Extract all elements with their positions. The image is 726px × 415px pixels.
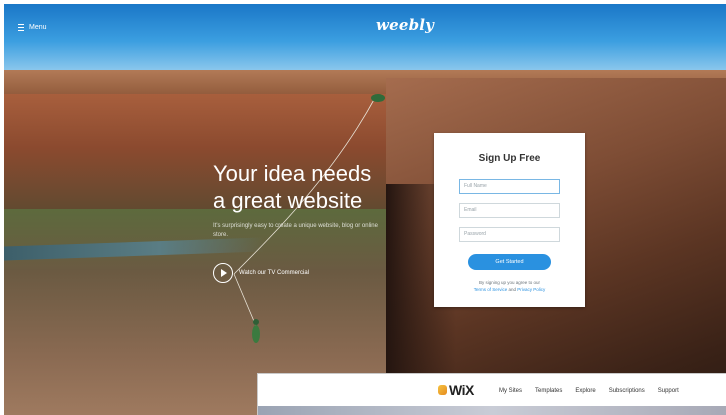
video-link-label[interactable]: Watch our TV Commercial	[239, 270, 309, 276]
watch-video-link[interactable]: Watch our TV Commercial	[213, 263, 309, 283]
menu-button[interactable]: Menu	[18, 24, 47, 31]
weebly-homepage: Menu weebly Your idea needs a great webs…	[4, 4, 726, 415]
full-name-input[interactable]: Full Name	[459, 179, 560, 194]
signup-card: Sign Up Free Full Name Email Password Ge…	[434, 133, 585, 307]
terms-notice: By signing up you agree to our Terms of …	[434, 280, 585, 293]
wix-nav-support[interactable]: Support	[658, 388, 679, 394]
weebly-logo[interactable]: weebly	[376, 16, 434, 34]
terms-of-service-link[interactable]: Terms of Service	[474, 287, 508, 292]
terms-joiner: and	[508, 286, 516, 292]
hero-subtext: It's surprisingly easy to create a uniqu…	[213, 223, 378, 238]
wix-logo-text: WiX	[449, 382, 474, 398]
hero-headline: Your idea needs a great website	[213, 160, 413, 214]
wix-logo[interactable]: WiX	[438, 382, 474, 398]
privacy-policy-link[interactable]: Privacy Policy	[517, 287, 545, 292]
email-input[interactable]: Email	[459, 203, 560, 218]
password-input[interactable]: Password	[459, 227, 560, 242]
wix-nav-explore[interactable]: Explore	[575, 388, 595, 394]
menu-label: Menu	[29, 24, 47, 31]
hero-section: Your idea needs a great website It's sur…	[213, 160, 413, 240]
terms-prefix: By signing up you agree to our	[478, 280, 541, 285]
get-started-button[interactable]: Get Started	[468, 254, 551, 270]
wix-header: WiX My Sites Templates Explore Subscript…	[258, 374, 726, 407]
wix-hero-strip	[258, 406, 726, 415]
wix-nav-templates[interactable]: Templates	[535, 388, 562, 394]
hero-headline-line2: a great website	[213, 188, 363, 213]
wix-logo-icon	[438, 385, 447, 395]
wix-window: WiX My Sites Templates Explore Subscript…	[257, 373, 726, 415]
play-icon[interactable]	[213, 263, 233, 283]
signup-title: Sign Up Free	[478, 153, 541, 164]
hamburger-icon	[18, 24, 24, 31]
screenshot-frame: Menu weebly Your idea needs a great webs…	[0, 0, 726, 415]
wix-nav: My Sites Templates Explore Subscriptions…	[499, 388, 692, 394]
wix-nav-my-sites[interactable]: My Sites	[499, 388, 522, 394]
wix-nav-subscriptions[interactable]: Subscriptions	[609, 388, 645, 394]
hero-headline-line1: Your idea needs	[213, 161, 372, 186]
